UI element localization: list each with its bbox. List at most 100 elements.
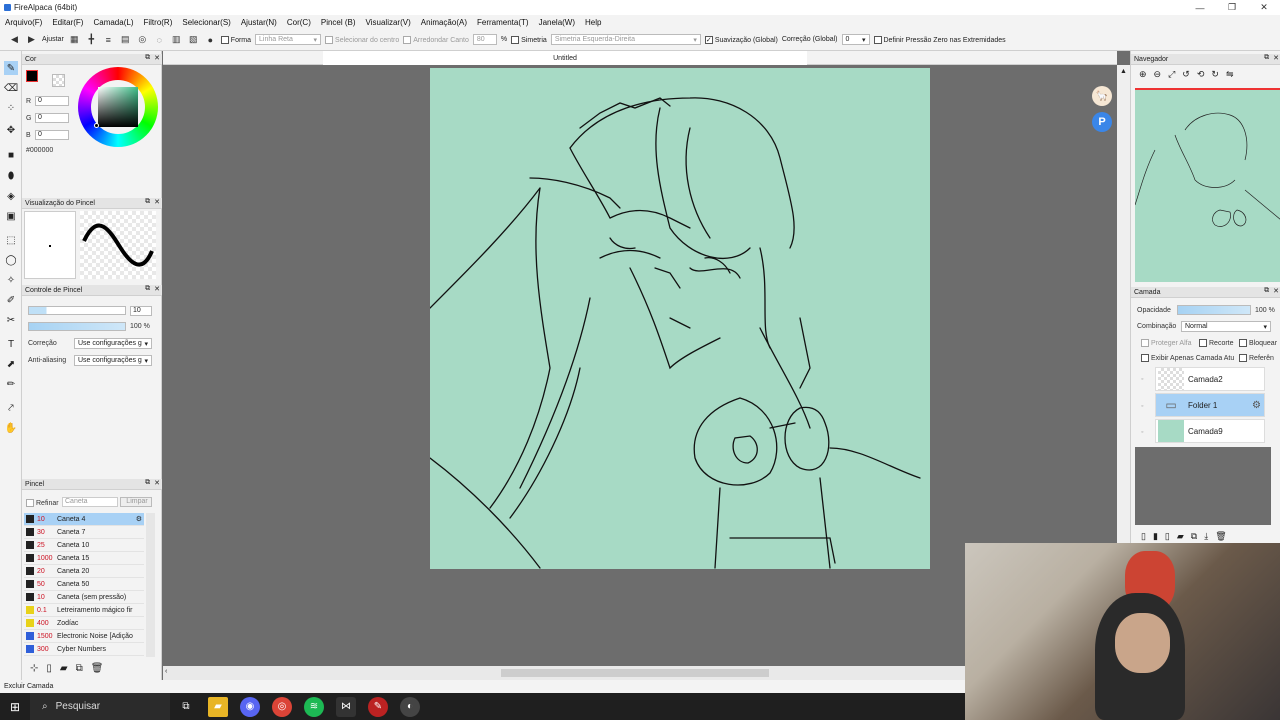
spotify-icon[interactable]: ≋: [304, 696, 324, 717]
windows-start-icon[interactable]: ⊞: [10, 700, 20, 714]
zoom-out-icon[interactable]: ⊖: [1154, 69, 1162, 80]
rotate-right-icon[interactable]: ↻: [1211, 69, 1219, 80]
refinar-checkbox[interactable]: [26, 499, 34, 507]
flip-icon[interactable]: ⇋: [1226, 69, 1234, 80]
snap-curve-icon[interactable]: ◌: [153, 33, 166, 46]
snap-lines-icon[interactable]: ≡: [102, 33, 115, 46]
close-icon[interactable]: ✕: [154, 198, 160, 206]
chrome-icon[interactable]: ◎: [272, 696, 292, 717]
protect-alpha-checkbox[interactable]: [1141, 339, 1149, 347]
forma-toggle[interactable]: Forma: [220, 35, 251, 44]
blend-mode-select[interactable]: Normal ▾: [1181, 321, 1271, 332]
color-picker-handle[interactable]: [94, 123, 99, 128]
zoom-fit-icon[interactable]: ⤢: [1168, 69, 1175, 80]
alpaca-icon[interactable]: 🦙: [1092, 86, 1112, 106]
menu-editar[interactable]: Editar(F): [47, 18, 88, 27]
fill-tool-icon[interactable]: ⬮: [4, 169, 18, 183]
selecionar-centro-toggle[interactable]: Selecionar do centro: [325, 35, 399, 44]
suavizacao-checkbox[interactable]: ✓: [704, 35, 713, 44]
menu-pincel[interactable]: Pincel (B): [316, 18, 361, 27]
undock-icon[interactable]: ⧉: [145, 285, 150, 293]
close-icon[interactable]: ✕: [1273, 287, 1279, 295]
task-view-icon[interactable]: ⧉: [176, 697, 196, 717]
saturation-square[interactable]: [98, 87, 138, 127]
new-8bit-layer-icon[interactable]: ▮: [1153, 531, 1158, 542]
brush-item[interactable]: 300 Cyber Numbers: [24, 643, 144, 656]
merge-down-icon[interactable]: ⤓: [1204, 531, 1208, 542]
snap-perspective-icon[interactable]: ▥: [170, 33, 183, 46]
show-only-checkbox[interactable]: [1141, 354, 1149, 362]
brush-item[interactable]: 20 Caneta 20: [24, 565, 144, 578]
arredondar-input[interactable]: 80: [472, 34, 497, 45]
select-pen-icon[interactable]: ✐: [4, 293, 18, 307]
bucket-tool-icon[interactable]: ◈: [4, 189, 18, 203]
layer-item[interactable]: Camada9: [1155, 419, 1265, 443]
brush-correcao-select[interactable]: Use configurações g ▾: [74, 338, 152, 349]
suavizacao-toggle[interactable]: ✓ Suavização (Global): [704, 35, 778, 44]
obs-icon[interactable]: ◐: [400, 696, 420, 717]
show-only-toggle[interactable]: Exibir Apenas Camada Atu: [1141, 354, 1234, 362]
menu-help[interactable]: Help: [580, 18, 606, 27]
green-value-field[interactable]: 0: [35, 113, 69, 123]
eraser-tool-icon[interactable]: ⌫: [4, 81, 18, 95]
maximize-button[interactable]: ❐: [1216, 0, 1248, 15]
brush-tool-icon[interactable]: ✎: [4, 61, 18, 75]
pixiv-icon[interactable]: P: [1092, 112, 1112, 132]
close-icon[interactable]: ✕: [154, 54, 160, 62]
trash-icon[interactable]: 🗑: [91, 663, 104, 674]
brush-item[interactable]: 1000 Caneta 15: [24, 552, 144, 565]
rotate-left-icon[interactable]: ↺: [1182, 69, 1190, 80]
undock-icon[interactable]: ⧉: [1264, 287, 1269, 295]
close-icon[interactable]: ✕: [154, 479, 160, 487]
new-1bit-layer-icon[interactable]: ▯: [1165, 531, 1170, 542]
text-tool-icon[interactable]: T: [4, 337, 18, 351]
folder-icon[interactable]: ▰: [60, 663, 68, 674]
gradient-tool-icon[interactable]: ▣: [4, 209, 18, 223]
lasso-tool-icon[interactable]: ◯: [4, 253, 18, 267]
capcut-icon[interactable]: ⋈: [336, 696, 356, 717]
add-brush-icon[interactable]: ⊹: [30, 663, 38, 674]
close-icon[interactable]: ✕: [1273, 54, 1279, 62]
divide-tool-icon[interactable]: ✏: [4, 377, 18, 391]
minimize-button[interactable]: —: [1184, 0, 1216, 15]
brush-item[interactable]: 50 Caneta 50: [24, 578, 144, 591]
centro-checkbox[interactable]: [325, 35, 334, 44]
lock-checkbox[interactable]: [1239, 339, 1247, 347]
move-tool-icon[interactable]: ✥: [4, 123, 18, 137]
primary-color-swatch[interactable]: [26, 70, 38, 82]
lock-toggle[interactable]: Bloquear: [1239, 339, 1277, 347]
hex-value[interactable]: #000000: [26, 147, 53, 154]
transparent-swatch[interactable]: [52, 74, 65, 87]
undock-icon[interactable]: ⧉: [1264, 54, 1269, 62]
gear-icon[interactable]: ⚙: [1252, 400, 1261, 411]
menu-filtro[interactable]: Filtro(R): [138, 18, 177, 27]
magic-wand-icon[interactable]: ✧: [4, 273, 18, 287]
brush-item[interactable]: 10 Caneta 4 ⚙: [24, 513, 144, 526]
menu-camada[interactable]: Camada(L): [88, 18, 138, 27]
blue-value-field[interactable]: 0: [35, 130, 69, 140]
menu-selecionar[interactable]: Selecionar(S): [177, 18, 235, 27]
scroll-up-icon[interactable]: ▲: [1120, 68, 1127, 75]
zoom-in-icon[interactable]: ⊕: [1139, 69, 1147, 80]
brush-list-scrollbar[interactable]: [146, 513, 155, 657]
eye-icon[interactable]: ◦: [1141, 429, 1143, 436]
eyedropper-icon[interactable]: ⤤: [4, 401, 18, 415]
reference-toggle[interactable]: Referên: [1239, 354, 1274, 362]
hand-tool-icon[interactable]: ✋: [4, 421, 18, 435]
file-explorer-icon[interactable]: ▰: [208, 696, 228, 717]
simetria-select[interactable]: Simetria Esquerda-Direita ▾: [550, 34, 701, 45]
duplicate-icon[interactable]: ⧉: [76, 663, 83, 674]
scroll-left-icon[interactable]: ‹: [165, 668, 167, 675]
close-icon[interactable]: ✕: [154, 285, 160, 293]
rectangle-fill-icon[interactable]: ■: [4, 148, 18, 162]
correcao-select[interactable]: 0 ▾: [841, 34, 870, 45]
undock-icon[interactable]: ⧉: [145, 54, 150, 62]
snap-circle-icon[interactable]: ◎: [136, 33, 149, 46]
brush-item[interactable]: 400 Zodíac: [24, 617, 144, 630]
layer-item[interactable]: Camada2: [1155, 367, 1265, 391]
snap-off-icon[interactable]: ●: [204, 33, 217, 46]
snap-3d-icon[interactable]: ▧: [187, 33, 200, 46]
eye-icon[interactable]: ◦: [1141, 403, 1143, 410]
ajustar-button[interactable]: Ajustar: [42, 36, 64, 43]
arredondar-toggle[interactable]: Arredondar Canto: [403, 35, 469, 44]
